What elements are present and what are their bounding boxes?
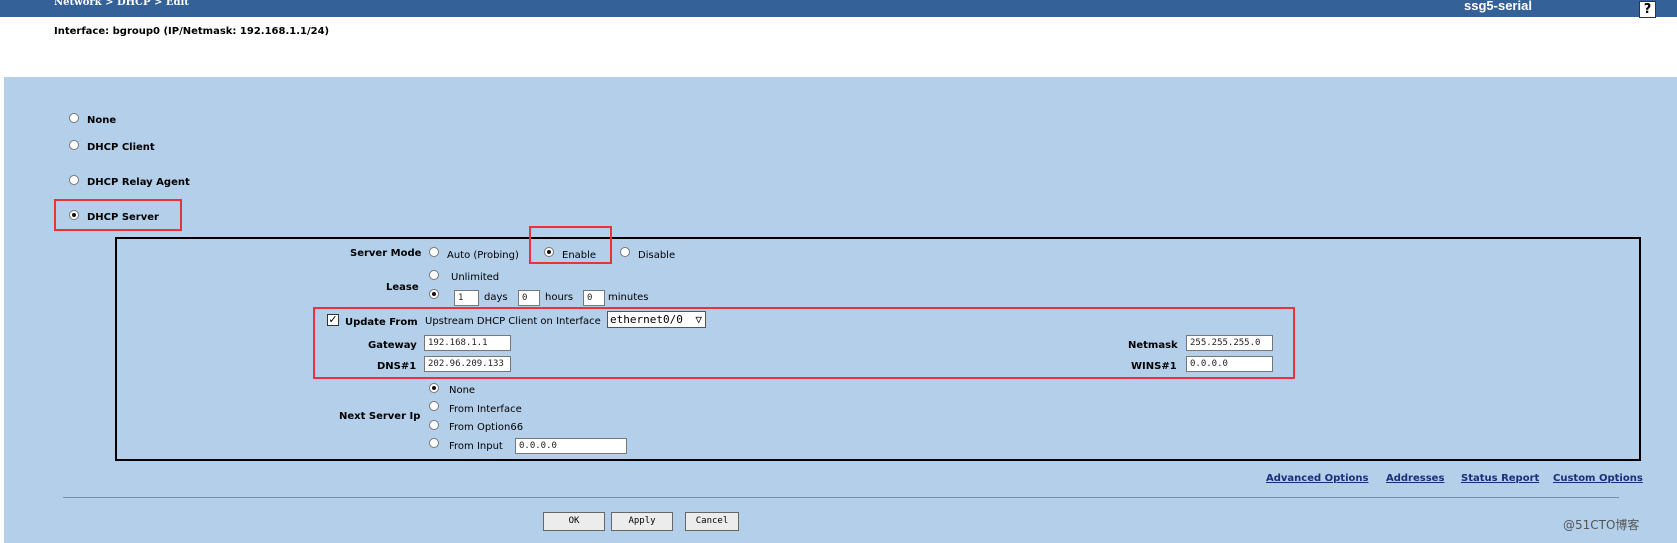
- update-from-highlight: [313, 307, 1295, 379]
- radio-dhcp-relay-agent[interactable]: [69, 175, 79, 185]
- radio-from-option66[interactable]: [429, 420, 439, 430]
- radio-from-interface[interactable]: [429, 401, 439, 411]
- radio-dhcp-relay-agent-label: DHCP Relay Agent: [87, 177, 190, 188]
- lease-minutes-label: minutes: [608, 292, 649, 303]
- device-name: ssg5-serial: [1464, 0, 1532, 13]
- next-server-ip-input[interactable]: 0.0.0.0: [515, 438, 627, 454]
- cancel-button[interactable]: Cancel: [685, 512, 739, 531]
- lease-minutes-input[interactable]: 0: [583, 290, 605, 306]
- radio-from-input-label: From Input: [449, 441, 503, 452]
- lease-days-label: days: [484, 292, 508, 303]
- radio-lease-timed[interactable]: [429, 289, 439, 299]
- radio-disable-label: Disable: [638, 250, 676, 261]
- next-server-ip-label: Next Server Ip: [339, 411, 421, 422]
- watermark: @51CTO博客: [1563, 518, 1640, 532]
- radio-next-server-none[interactable]: [429, 383, 439, 393]
- server-mode-label: Server Mode: [350, 248, 422, 259]
- lease-hours-input[interactable]: 0: [518, 290, 540, 306]
- radio-from-interface-label: From Interface: [449, 404, 522, 415]
- divider: [63, 497, 1619, 498]
- radio-none[interactable]: [69, 113, 79, 123]
- lease-days-input[interactable]: 1: [454, 290, 479, 306]
- lease-unlimited-label: Unlimited: [451, 272, 500, 283]
- radio-none-label: None: [87, 115, 117, 126]
- radio-auto-probing[interactable]: [429, 247, 439, 257]
- dhcp-server-highlight: [54, 199, 182, 231]
- enable-highlight: [529, 226, 612, 264]
- custom-options-link[interactable]: Custom Options: [1553, 473, 1643, 484]
- status-report-link[interactable]: Status Report: [1461, 473, 1539, 484]
- interface-info: Interface: bgroup0 (IP/Netmask: 192.168.…: [54, 26, 330, 37]
- apply-button[interactable]: Apply: [611, 512, 673, 531]
- addresses-link[interactable]: Addresses: [1386, 473, 1444, 484]
- advanced-options-link[interactable]: Advanced Options: [1266, 473, 1368, 484]
- breadcrumb: Network > DHCP > Edit: [54, 0, 189, 8]
- radio-next-server-none-label: None: [449, 385, 476, 396]
- ok-button[interactable]: OK: [543, 512, 605, 531]
- lease-label: Lease: [386, 282, 419, 293]
- radio-dhcp-client-label: DHCP Client: [87, 142, 155, 153]
- radio-lease-unlimited[interactable]: [429, 270, 439, 280]
- lease-hours-label: hours: [545, 292, 574, 303]
- help-icon[interactable]: ?: [1639, 1, 1656, 18]
- radio-disable[interactable]: [620, 247, 630, 257]
- radio-from-input[interactable]: [429, 438, 439, 448]
- radio-auto-probing-label: Auto (Probing): [447, 250, 519, 261]
- radio-from-option66-label: From Option66: [449, 422, 524, 433]
- top-bar: [0, 0, 1677, 17]
- radio-dhcp-client[interactable]: [69, 140, 79, 150]
